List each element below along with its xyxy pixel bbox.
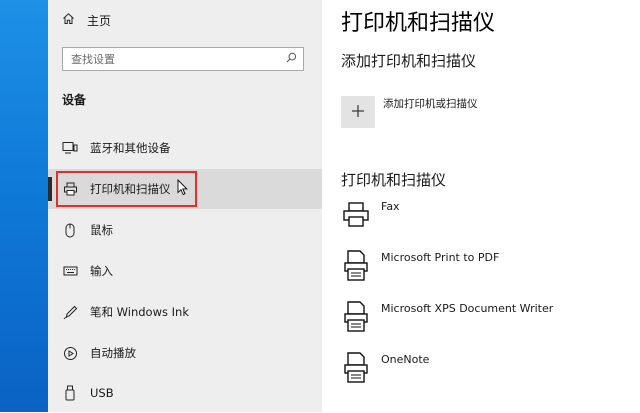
printer-name: Microsoft XPS Document Writer — [381, 302, 554, 315]
add-printer-label[interactable]: 添加打印机或扫描仪 — [383, 96, 478, 111]
search-input[interactable]: 查找设置 — [62, 47, 304, 71]
printer-item-fax[interactable]: Fax — [341, 198, 400, 232]
printer-item-xps[interactable]: Microsoft XPS Document Writer — [341, 300, 553, 334]
sidebar-item-mouse[interactable]: 鼠标 — [48, 210, 322, 250]
sidebar-item-autoplay[interactable]: 自动播放 — [48, 333, 322, 373]
sidebar-item-label: 鼠标 — [90, 223, 113, 237]
add-section-heading: 添加打印机和扫描仪 — [341, 52, 477, 70]
main-content: 打印机和扫描仪 添加打印机和扫描仪 添加打印机或扫描仪 打印机和扫描仪 Fax … — [322, 0, 640, 412]
printer-name: Fax — [381, 200, 400, 213]
sidebar-item-label: 自动播放 — [90, 346, 136, 360]
sidebar-item-typing[interactable]: 输入 — [48, 251, 322, 291]
printer-icon — [62, 181, 78, 197]
printer-item-pdf[interactable]: Microsoft Print to PDF — [341, 249, 499, 283]
plus-icon — [351, 103, 365, 122]
home-nav[interactable]: 主页 — [62, 10, 111, 30]
mouse-cursor-icon — [177, 178, 188, 200]
printer-name: OneNote — [381, 353, 430, 366]
autoplay-icon — [62, 345, 78, 361]
sidebar-item-label: 笔和 Windows Ink — [90, 305, 189, 319]
sidebar-item-bluetooth[interactable]: 蓝牙和其他设备 — [48, 128, 322, 168]
keyboard-icon — [62, 263, 78, 279]
pen-icon — [62, 304, 78, 320]
sidebar-item-label: 蓝牙和其他设备 — [90, 141, 171, 155]
printers-list-heading: 打印机和扫描仪 — [341, 171, 447, 189]
sidebar-item-label: 打印机和扫描仪 — [90, 182, 171, 196]
printer-doc-icon — [341, 249, 371, 283]
printer-doc-icon — [341, 300, 371, 334]
printer-doc-icon — [341, 351, 371, 385]
printer-name: Microsoft Print to PDF — [381, 251, 500, 264]
home-icon — [62, 12, 75, 28]
search-placeholder: 查找设置 — [71, 53, 115, 66]
usb-icon — [62, 385, 78, 401]
sidebar-item-pen[interactable]: 笔和 Windows Ink — [48, 292, 322, 332]
printer-item-onenote[interactable]: OneNote — [341, 351, 429, 385]
sidebar-item-label: 输入 — [90, 264, 113, 278]
sidebar-item-label: USB — [90, 386, 114, 400]
bluetooth-devices-icon — [62, 140, 78, 156]
mouse-icon — [62, 222, 78, 238]
page-title: 打印机和扫描仪 — [341, 11, 496, 36]
fax-icon — [341, 198, 371, 232]
settings-sidebar: 主页 查找设置 设备 蓝牙和其他设备 打印机和扫描仪 鼠标 输入 笔和 Wind… — [48, 0, 322, 412]
sidebar-item-usb[interactable]: USB — [48, 373, 322, 413]
section-heading-devices: 设备 — [62, 93, 87, 107]
add-printer-button[interactable] — [341, 96, 375, 128]
search-icon — [286, 52, 297, 66]
home-label: 主页 — [87, 13, 112, 28]
desktop-background — [0, 0, 48, 412]
